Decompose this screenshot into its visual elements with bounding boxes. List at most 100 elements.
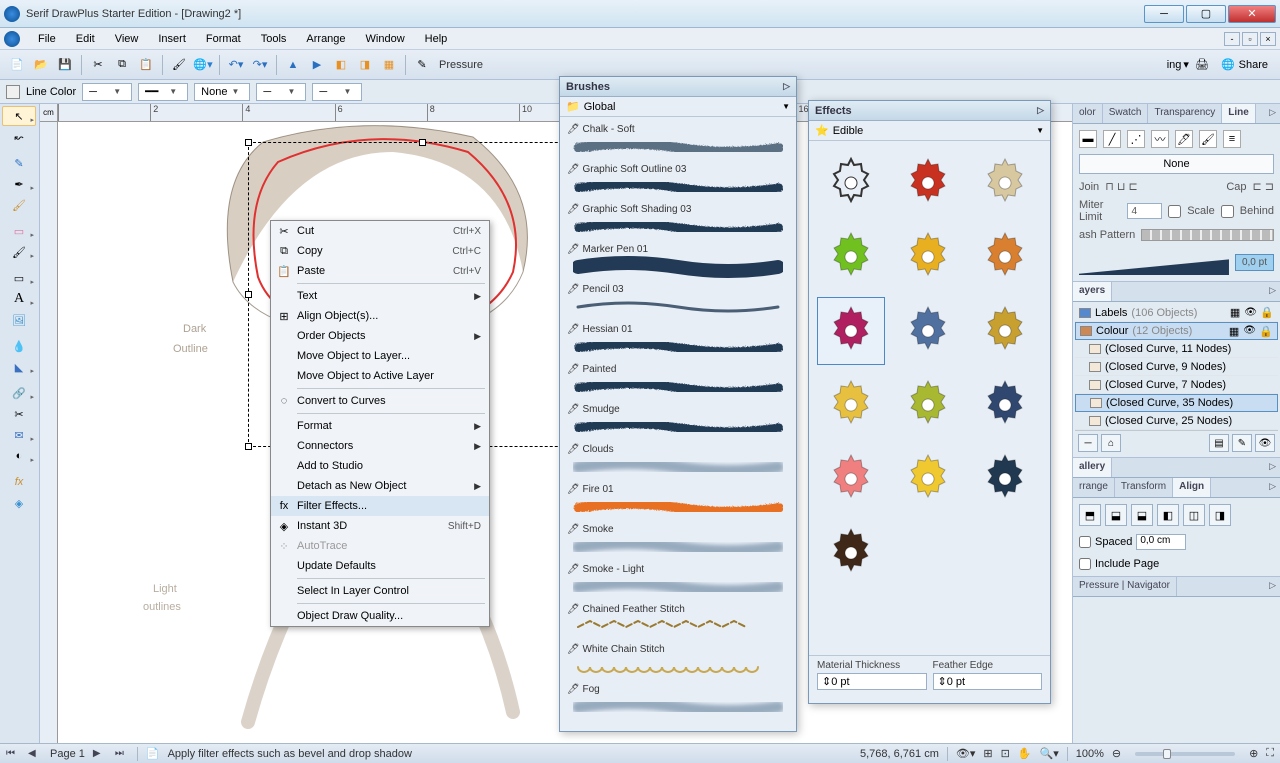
web-button[interactable]: 🌐▾	[192, 54, 214, 76]
ctx-instant-d[interactable]: ◈Instant 3DShift+D	[271, 516, 489, 536]
layer-item-2[interactable]: (Closed Curve, 7 Nodes)	[1075, 376, 1278, 394]
node-tool[interactable]: ↜	[2, 127, 36, 147]
pen-tool[interactable]: ✒▸	[2, 174, 36, 194]
line-type-stroke[interactable]: 🖌	[1199, 130, 1217, 148]
effect-gear-9[interactable]	[817, 371, 885, 439]
effects-category[interactable]: ⭐Edible▼	[809, 121, 1050, 141]
blend-tool[interactable]: ◐▸	[2, 446, 36, 466]
tab-line[interactable]: Line	[1222, 104, 1256, 123]
tab-color[interactable]: olor	[1073, 104, 1103, 123]
layer-opt3[interactable]: 👁	[1255, 434, 1275, 452]
align-hmid[interactable]: ◫	[1183, 504, 1205, 526]
pressure-icon[interactable]: ✎	[411, 54, 433, 76]
scale-checkbox[interactable]	[1168, 205, 1181, 218]
menu-edit[interactable]: Edit	[66, 30, 105, 48]
line-weight-value[interactable]: 0,0 pt	[1235, 254, 1274, 271]
copy-button[interactable]: ⧉	[111, 54, 133, 76]
effect-gear-8[interactable]	[971, 297, 1039, 365]
3d-tool[interactable]: ◈	[2, 493, 36, 513]
flip-h-button[interactable]: ▲	[282, 54, 304, 76]
brushes-category[interactable]: 📁Global▼	[560, 97, 796, 117]
line-end-combo[interactable]: ─▼	[312, 83, 362, 101]
tab-transform[interactable]: Transform	[1115, 478, 1173, 497]
next-page[interactable]: ▶	[93, 748, 107, 759]
menu-tools[interactable]: Tools	[251, 30, 297, 48]
menu-view[interactable]: View	[105, 30, 149, 48]
layer-lock[interactable]: ⌂	[1101, 434, 1121, 452]
align-bottom[interactable]: ⬓	[1131, 504, 1153, 526]
mdi-restore[interactable]: ▫	[1242, 32, 1258, 46]
ctx-select-in-layer-control[interactable]: Select In Layer Control	[271, 581, 489, 601]
line-type-cal[interactable]: 〰	[1151, 130, 1169, 148]
effect-gear-13[interactable]	[894, 445, 962, 513]
arrange-front-button[interactable]: ◧	[330, 54, 352, 76]
expand-icon[interactable]: ▷	[1265, 104, 1280, 123]
ctx-detach-as-new-object[interactable]: Detach as New Object▶	[271, 476, 489, 496]
undo-button[interactable]: ↶▾	[225, 54, 247, 76]
pan-icon[interactable]: ✋	[1018, 747, 1032, 760]
zoom-slider[interactable]	[1135, 752, 1235, 756]
layer-item-0[interactable]: (Closed Curve, 11 Nodes)	[1075, 340, 1278, 358]
line-type-dot[interactable]: ⋰	[1127, 130, 1145, 148]
maximize-button[interactable]: ▢	[1186, 5, 1226, 23]
ctx-convert-to-curves[interactable]: ◌Convert to Curves	[271, 391, 489, 411]
connector-tool[interactable]: 🔗▸	[2, 383, 36, 403]
line-start-combo[interactable]: ─▼	[256, 83, 306, 101]
save-button[interactable]: 💾	[54, 54, 76, 76]
app-menu-icon[interactable]	[4, 31, 20, 47]
pointer-tool[interactable]: ↖▸	[2, 106, 36, 126]
effect-gear-3[interactable]	[817, 223, 885, 291]
menu-help[interactable]: Help	[415, 30, 458, 48]
ctx-move-object-to-layer-[interactable]: Move Object to Layer...	[271, 346, 489, 366]
effect-gear-6[interactable]	[817, 297, 885, 365]
ctx-filter-effects-[interactable]: fxFilter Effects...	[271, 496, 489, 516]
ctx-connectors[interactable]: Connectors▶	[271, 436, 489, 456]
line-color-swatch[interactable]	[6, 85, 20, 99]
brush-smoke[interactable]: 🖊 Smoke	[562, 521, 794, 561]
close-button[interactable]: ✕	[1228, 5, 1276, 23]
rectangle-tool[interactable]: ▭▸	[2, 268, 36, 288]
brush-tool[interactable]: 🖌	[2, 195, 36, 215]
tab-arrange[interactable]: rrange	[1073, 478, 1115, 497]
brush-chalk-soft[interactable]: 🖊 Chalk - Soft	[562, 121, 794, 161]
effect-gear-14[interactable]	[971, 445, 1039, 513]
spaced-checkbox[interactable]	[1079, 536, 1091, 548]
brush-graphic-soft-shading-03[interactable]: 🖊 Graphic Soft Shading 03	[562, 201, 794, 241]
brush-clouds[interactable]: 🖊 Clouds	[562, 441, 794, 481]
line-type-solid[interactable]: ▬	[1079, 130, 1097, 148]
minimize-button[interactable]: ─	[1144, 5, 1184, 23]
align-top[interactable]: ⬒	[1079, 504, 1101, 526]
first-page[interactable]: ⏮	[6, 748, 20, 759]
pencil-tool[interactable]: ✎	[2, 153, 36, 173]
effect-gear-15[interactable]	[817, 519, 885, 587]
spaced-input[interactable]: 0,0 cm	[1136, 534, 1186, 550]
view-mode-icon[interactable]: 👁▾	[956, 747, 976, 760]
line-none-button[interactable]: None	[1079, 154, 1274, 174]
zoom-in[interactable]: ⊕	[1249, 747, 1258, 760]
image-tool[interactable]: 🖼	[2, 310, 36, 330]
effect-gear-10[interactable]	[894, 371, 962, 439]
effect-gear-5[interactable]	[971, 223, 1039, 291]
tab-swatch[interactable]: Swatch	[1103, 104, 1149, 123]
group-button[interactable]: ▦	[378, 54, 400, 76]
effect-gear-12[interactable]	[817, 445, 885, 513]
line-style-combo[interactable]: ━━▼	[138, 83, 188, 101]
menu-window[interactable]: Window	[356, 30, 415, 48]
ctx-update-defaults[interactable]: Update Defaults	[271, 556, 489, 576]
menu-insert[interactable]: Insert	[148, 30, 196, 48]
effect-gear-4[interactable]	[894, 223, 962, 291]
redo-button[interactable]: ↷▾	[249, 54, 271, 76]
ctx-align-object-s-[interactable]: ⊞Align Object(s)...	[271, 306, 489, 326]
ctx-object-draw-quality-[interactable]: Object Draw Quality...	[271, 606, 489, 626]
layer-colour[interactable]: Colour (12 Objects)▦👁🔒	[1075, 322, 1278, 340]
tab-transparency[interactable]: Transparency	[1148, 104, 1222, 123]
layer-item-1[interactable]: (Closed Curve, 9 Nodes)	[1075, 358, 1278, 376]
ruler-vertical[interactable]	[40, 122, 58, 743]
quickshape-tool[interactable]: ▭▸	[2, 221, 36, 241]
cut-button[interactable]: ✂	[87, 54, 109, 76]
tab-layers[interactable]: ayers	[1073, 282, 1112, 301]
brush-painted[interactable]: 🖊 Painted	[562, 361, 794, 401]
last-page[interactable]: ⏭	[115, 748, 129, 759]
mdi-close[interactable]: ×	[1260, 32, 1276, 46]
line-type-edge[interactable]: ≡	[1223, 130, 1241, 148]
